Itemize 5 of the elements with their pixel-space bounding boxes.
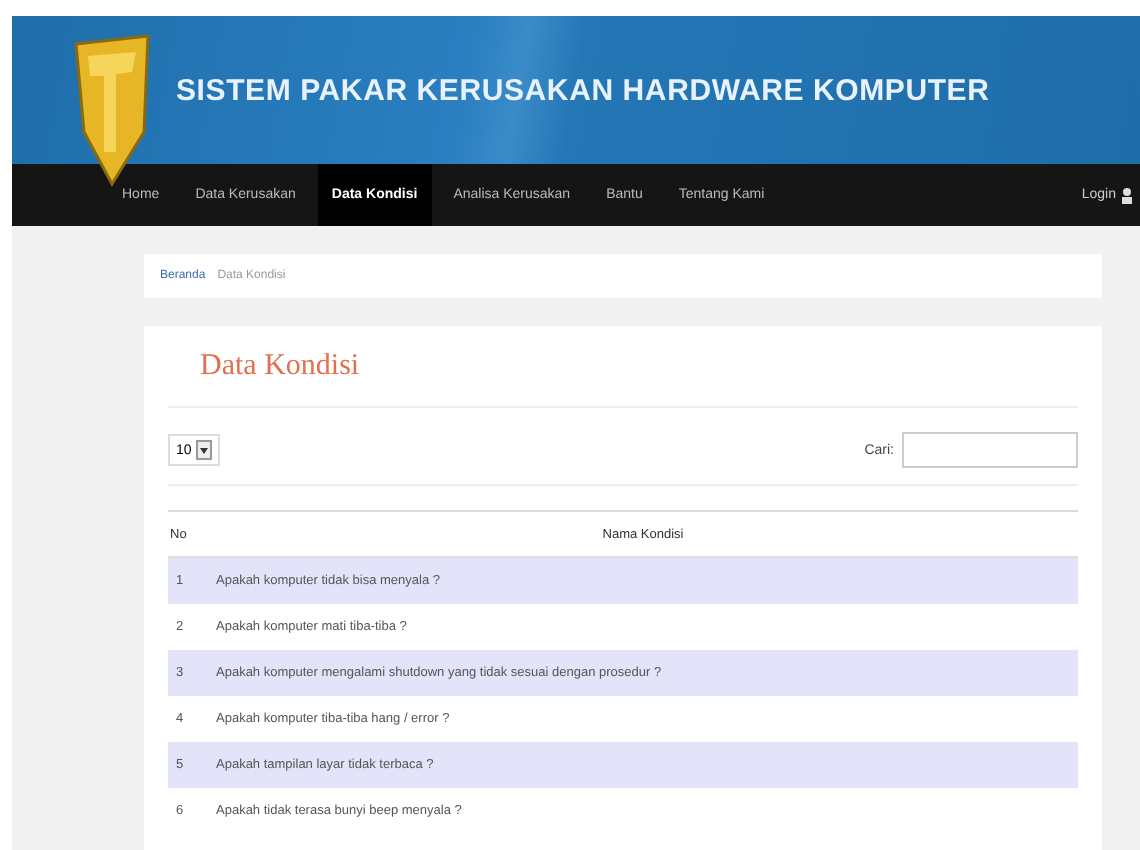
search-field[interactable] bbox=[902, 432, 1078, 468]
panel-title: Data Kondisi bbox=[200, 350, 360, 382]
site-title: SISTEM PAKAR KERUSAKAN HARDWARE KOMPUTER bbox=[176, 73, 990, 107]
caret-icon bbox=[195, 440, 212, 460]
user-icon bbox=[1122, 187, 1132, 203]
